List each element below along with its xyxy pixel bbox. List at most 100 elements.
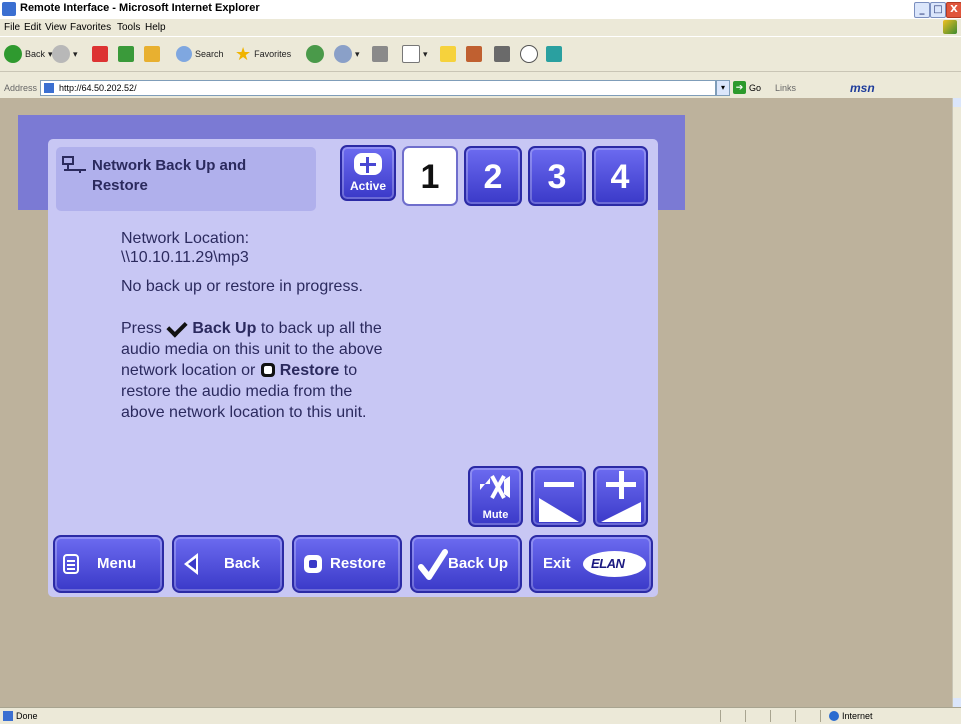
backup-button[interactable]: Back Up	[410, 535, 522, 593]
status-divider	[720, 710, 721, 722]
address-input[interactable]: http://64.50.202.52/	[40, 80, 716, 96]
active-button[interactable]: Active	[340, 145, 396, 201]
menu-favorites[interactable]: Favorites	[70, 22, 111, 33]
research-icon	[494, 46, 510, 62]
status-text: Done	[16, 711, 38, 721]
page-icon	[44, 83, 54, 93]
scroll-down-arrow-icon[interactable]	[953, 698, 961, 707]
back-label: Back	[224, 555, 260, 572]
toolbar-discuss-button[interactable]	[546, 44, 562, 64]
toolbar-back-label: Back	[25, 49, 46, 59]
menu-help[interactable]: Help	[145, 22, 166, 33]
toolbar-search-button[interactable]: Search	[176, 44, 224, 64]
status-divider	[795, 710, 796, 722]
window-title: Remote Interface - Microsoft Internet Ex…	[20, 2, 260, 14]
menu-bar: File Edit View Favorites Tools Help	[0, 19, 961, 36]
scroll-up-arrow-icon[interactable]	[953, 98, 961, 107]
network-location-label: Network Location:	[121, 230, 250, 247]
instr-backup: Back Up	[192, 320, 257, 337]
status-divider	[745, 710, 746, 722]
go-button[interactable]: ➔ Go	[733, 81, 761, 94]
instructions-line-2: audio media on this unit to the above	[121, 341, 383, 358]
address-bar: Address http://64.50.202.52/ ▾ ➔ Go Link…	[0, 78, 961, 99]
zone-4-button[interactable]: 4	[592, 146, 648, 206]
minus-icon	[544, 482, 574, 487]
toolbar-notes-button[interactable]	[440, 44, 456, 64]
volume-ramp-icon	[539, 498, 579, 522]
restore-label: Restore	[330, 555, 386, 572]
status-divider	[770, 710, 771, 722]
instr-restore: Restore	[279, 362, 340, 379]
maximize-button[interactable]: □	[930, 2, 946, 18]
search-icon	[176, 46, 192, 62]
menu-file[interactable]: File	[4, 22, 20, 33]
zone-2-button[interactable]: 2	[464, 146, 522, 206]
instr-press: Press	[121, 320, 162, 337]
history-icon	[306, 45, 324, 63]
address-url: http://64.50.202.52/	[59, 83, 137, 93]
edit-icon	[402, 45, 420, 63]
forward-arrow-icon	[52, 45, 70, 63]
toolbar-favorites-button[interactable]: ★ Favorites	[235, 44, 291, 64]
restore-button[interactable]: Restore	[292, 535, 402, 593]
checkmark-icon	[166, 316, 188, 338]
toolbar-favorites-label: Favorites	[254, 49, 292, 59]
instr-line1-rest: to back up all the	[260, 320, 382, 337]
elan-logo: ELAN	[583, 551, 646, 577]
page-title: Network Back Up and Restore	[92, 157, 247, 194]
menu-button[interactable]: Menu	[53, 535, 164, 593]
menu-view[interactable]: View	[45, 22, 67, 33]
internet-globe-icon	[829, 711, 839, 721]
print-icon	[372, 46, 388, 62]
toolbar-back-button[interactable]: Back ▾	[4, 44, 53, 64]
menu-tools[interactable]: Tools	[117, 22, 140, 33]
restore-icon	[260, 363, 275, 377]
network-location-value: \\10.10.11.29\mp3	[121, 249, 249, 266]
address-dropdown-button[interactable]: ▾	[716, 80, 730, 96]
toolbar-edit-button[interactable]: ▾	[402, 44, 428, 64]
notes-icon	[440, 46, 456, 62]
menu-icon	[63, 554, 79, 574]
status-divider	[820, 710, 821, 722]
toolbar-forward-button[interactable]: ▾	[52, 44, 78, 64]
menu-edit[interactable]: Edit	[24, 22, 41, 33]
toolbar-home-button[interactable]	[144, 44, 160, 64]
tools-icon	[466, 46, 482, 62]
mail-icon	[334, 45, 352, 63]
vertical-scrollbar[interactable]	[952, 98, 961, 707]
instructions-line-1: Press Back Up to back up all the	[121, 316, 382, 338]
links-button[interactable]: Links	[775, 83, 796, 93]
ie-app-icon	[2, 2, 16, 16]
toolbar-refresh-button[interactable]	[118, 44, 134, 64]
zone-1-button[interactable]: 1	[402, 146, 458, 206]
toolbar-print-button[interactable]	[372, 44, 388, 64]
msn-button[interactable]: msn	[850, 81, 875, 95]
plus-icon-vertical	[619, 471, 624, 499]
close-button[interactable]: X	[946, 2, 961, 18]
grid-icon	[354, 153, 382, 175]
home-icon	[144, 46, 160, 62]
toolbar-research-button[interactable]	[494, 44, 510, 64]
page-done-icon	[3, 711, 13, 721]
network-icon	[62, 156, 86, 173]
volume-up-button[interactable]	[593, 466, 648, 527]
elan-logo-text: ELAN	[591, 556, 625, 571]
volume-down-button[interactable]	[531, 466, 586, 527]
toolbar-mail-button[interactable]: ▾	[334, 44, 360, 64]
toolbar-messenger-button[interactable]	[520, 44, 538, 64]
instructions-line-4: restore the audio media from the	[121, 383, 353, 400]
security-zone-label: Internet	[842, 711, 873, 721]
toolbar-history-button[interactable]	[306, 44, 324, 64]
back-button[interactable]: Back	[172, 535, 284, 593]
go-arrow-icon: ➔	[733, 81, 746, 94]
toolbar-stop-button[interactable]	[92, 44, 108, 64]
minimize-button[interactable]: _	[914, 2, 930, 18]
exit-button[interactable]: Exit ELAN	[529, 535, 653, 593]
zone-3-button[interactable]: 3	[528, 146, 586, 206]
mute-button[interactable]: Mute	[468, 466, 523, 527]
instructions-line-3: network location or Restore to	[121, 362, 357, 380]
star-icon: ★	[235, 43, 252, 64]
exit-label: Exit	[543, 555, 571, 572]
discuss-icon	[546, 46, 562, 62]
toolbar-tools-button[interactable]	[466, 44, 482, 64]
